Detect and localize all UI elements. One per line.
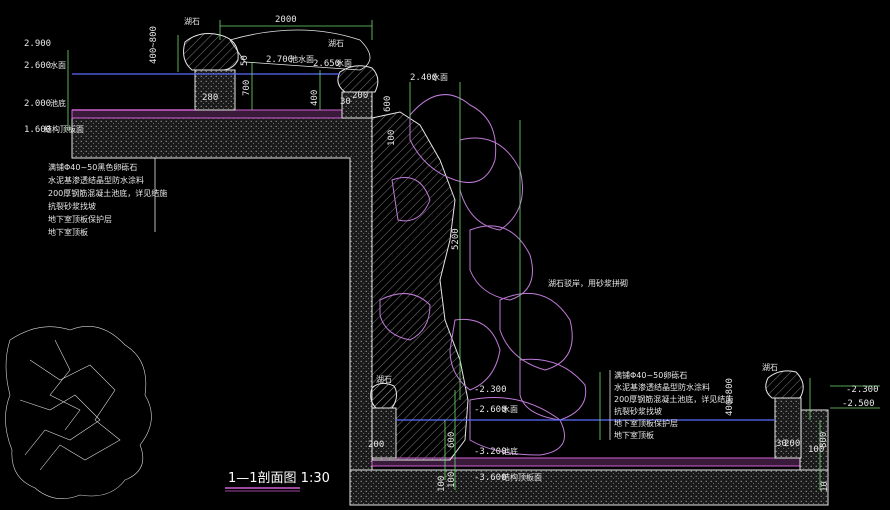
- dim-280: 280: [202, 93, 218, 103]
- note-left-1: 满铺Φ40~50黑色卵砾石: [48, 162, 137, 172]
- elev-2900: 2.900: [24, 39, 51, 49]
- elev-1600-label: 结构顶板面: [44, 124, 84, 134]
- upper-slab-concrete: [71, 117, 373, 491]
- elev-2600: 2.600: [24, 61, 51, 71]
- elev-m3200-label: 池底: [502, 446, 518, 456]
- dim-200a: 200: [352, 91, 368, 101]
- elev-2000: 2.000: [24, 99, 51, 109]
- elev-2400-label: 水面: [432, 72, 448, 82]
- dim-10: 10: [820, 481, 830, 492]
- elev-2000-label: 池底: [50, 98, 66, 108]
- note-right-2: 水泥基渗透结晶型防水涂料: [614, 382, 710, 392]
- dim-top-width: 2000: [275, 15, 297, 25]
- dim-100-bl: 100: [437, 476, 447, 492]
- dim-400: 400: [310, 90, 320, 106]
- note-right-6: 地下室顶板: [614, 430, 654, 440]
- note-left-6: 地下室顶板: [48, 227, 88, 237]
- tree-illustration: [5, 326, 152, 500]
- dim-700: 700: [242, 80, 252, 96]
- dim-100-mid: 100: [447, 472, 457, 488]
- note-right-1: 满铺Φ40~50卵砾石: [614, 370, 687, 380]
- note-right-4: 抗裂砂浆找坡: [614, 406, 662, 416]
- dim-100-top: 100: [387, 130, 397, 146]
- elev-2700-label: 池水面: [290, 54, 314, 64]
- dim-600-mid: 600: [447, 432, 457, 448]
- top-rocks: [183, 33, 804, 409]
- label-rock-bottom-left: 湖石: [376, 375, 392, 384]
- section-drawing: 1—1剖面图 1:30 2000 400~800 50 700 400 280 …: [5, 15, 880, 506]
- dim-30-right: 30: [776, 439, 787, 449]
- dim-rock-height-top: 400~800: [149, 26, 159, 64]
- elev-2600-label: 水面: [50, 60, 66, 70]
- label-rock-face: 湖石驳岸，用砂浆拼砌: [548, 278, 628, 288]
- elev-2650-label: 水面: [336, 58, 352, 68]
- note-left-4: 抗裂砂浆找坡: [48, 201, 96, 211]
- dim-600-top: 600: [383, 96, 393, 112]
- notes-right: 满铺Φ40~50卵砾石 水泥基渗透结晶型防水涂料 200厚钢筋混凝土池底，详见结…: [614, 370, 733, 440]
- dim-5200: 5200: [451, 228, 461, 250]
- cad-drawing-canvas: 1—1剖面图 1:30 2000 400~800 50 700 400 280 …: [0, 0, 890, 510]
- note-left-2: 水泥基渗透结晶型防水涂料: [48, 175, 144, 185]
- label-rock-top-left: 湖石: [184, 17, 200, 26]
- dim-30: 30: [340, 97, 351, 107]
- note-left-5: 地下室顶板保护层: [48, 214, 112, 224]
- dim-800-right: 800: [819, 432, 829, 448]
- label-rock-bottom-right: 湖石: [762, 363, 778, 372]
- drawing-title: 1—1剖面图 1:30: [228, 471, 330, 486]
- elev-m2600-label: 水面: [502, 404, 518, 414]
- elev-m3600-label: 结构顶板面: [502, 472, 542, 482]
- notes-left: 满铺Φ40~50黑色卵砾石 水泥基渗透结晶型防水涂料 200厚钢筋混凝土池底，详…: [48, 162, 167, 237]
- elev-m2300-right: -2.300: [846, 385, 879, 395]
- note-right-5: 地下室顶板保护层: [614, 418, 678, 428]
- note-left-3: 200厚钢筋混凝土池底，详见结施: [48, 188, 167, 198]
- elev-m2500-right: -2.500: [842, 399, 875, 409]
- dim-50: 50: [240, 55, 250, 66]
- upper-pool-bottom-layer: [71, 109, 373, 119]
- elev-m2300: -2.300: [474, 385, 507, 395]
- lower-slab-concrete: [349, 469, 829, 506]
- note-right-3: 200厚钢筋混凝土池底，详见结施: [614, 394, 733, 404]
- dim-200-bl: 200: [368, 440, 384, 450]
- label-rock-top-right: 湖石: [328, 39, 344, 48]
